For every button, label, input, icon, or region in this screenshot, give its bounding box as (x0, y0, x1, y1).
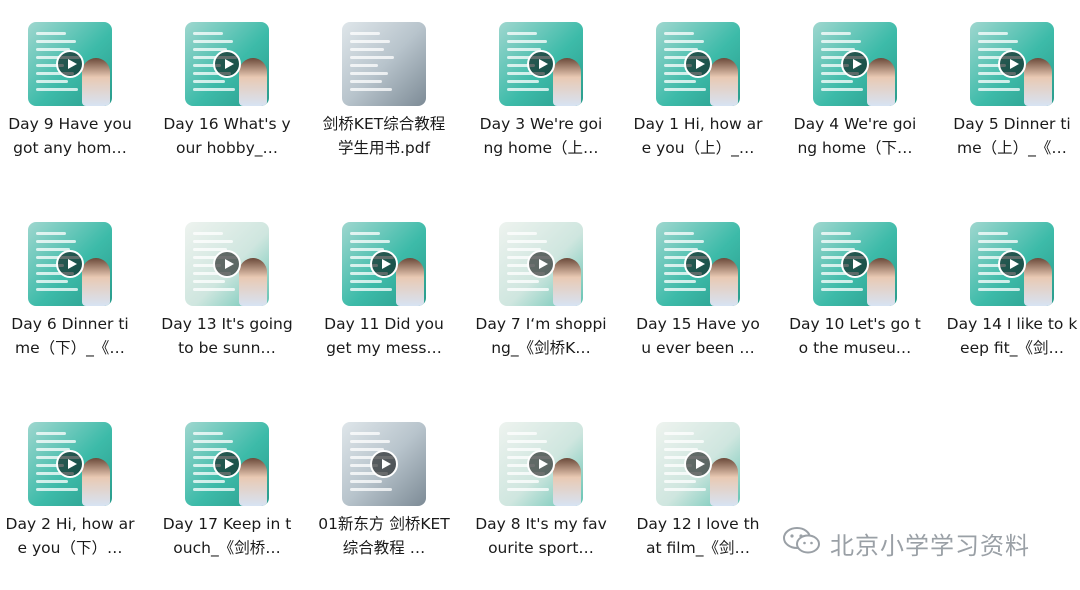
file-thumbnail (656, 22, 740, 106)
file-name: Day 15 Have you ever been … (636, 315, 760, 357)
file-thumbnail (499, 222, 583, 306)
file-item[interactable]: Day 13 It's going to be sunn… (157, 200, 297, 380)
presenter-figure (396, 258, 424, 306)
file-name: Day 16 What's your hobby_… (163, 115, 291, 157)
play-icon[interactable] (684, 450, 712, 478)
presenter-figure (867, 58, 895, 106)
file-thumbnail (499, 22, 583, 106)
presenter-figure (82, 458, 110, 506)
file-item[interactable]: Day 8 It's my favourite sport… (471, 400, 611, 580)
play-icon[interactable] (684, 250, 712, 278)
wechat-icon (782, 526, 822, 560)
file-item[interactable]: Day 2 Hi, how are you（下）… (0, 400, 140, 580)
file-name: 剑桥KET综合教程学生用书.pdf (322, 115, 446, 157)
presenter-figure (82, 258, 110, 306)
file-name: Day 11 Did you get my mess… (324, 315, 444, 357)
file-thumbnail (813, 22, 897, 106)
watermark-text: 北京小学学习资料 (830, 531, 1030, 560)
presenter-figure (710, 458, 738, 506)
play-icon[interactable] (527, 50, 555, 78)
file-name: Day 12 I love that film_《剑… (636, 515, 760, 557)
file-thumbnail (342, 222, 426, 306)
file-thumbnail (499, 422, 583, 506)
file-name: Day 9 Have you got any hom… (8, 115, 132, 157)
presenter-figure (239, 258, 267, 306)
file-name: Day 7 I‘m shopping_《剑桥K… (475, 315, 607, 357)
play-icon[interactable] (370, 450, 398, 478)
file-item[interactable]: Day 1 Hi, how are you（上）_… (628, 0, 768, 180)
presenter-figure (710, 258, 738, 306)
file-thumbnail (28, 22, 112, 106)
file-thumbnail (342, 422, 426, 506)
presenter-figure (553, 458, 581, 506)
presenter-figure (867, 258, 895, 306)
play-icon[interactable] (56, 50, 84, 78)
file-item[interactable]: Day 9 Have you got any hom… (0, 0, 140, 180)
file-name: Day 4 We're going home（下… (793, 115, 917, 157)
play-icon[interactable] (56, 450, 84, 478)
file-item[interactable]: 01新东方 剑桥KET综合教程 … (314, 400, 454, 580)
file-grid: Day 9 Have you got any hom… Day 16 What's… (0, 0, 1080, 590)
file-name: Day 8 It's my favourite sport… (475, 515, 607, 557)
file-name: Day 13 It's going to be sunn… (161, 315, 293, 357)
file-item[interactable]: Day 6 Dinner time（下）_《… (0, 200, 140, 380)
file-name: 01新东方 剑桥KET综合教程 … (318, 515, 450, 557)
file-item[interactable]: Day 4 We're going home（下… (785, 0, 925, 180)
file-item[interactable]: Day 14 I like to keep fit_《剑… (942, 200, 1080, 380)
file-thumbnail (970, 22, 1054, 106)
file-item[interactable]: Day 11 Did you get my mess… (314, 200, 454, 380)
presenter-figure (1024, 58, 1052, 106)
file-thumbnail (28, 422, 112, 506)
presenter-figure (553, 258, 581, 306)
file-thumbnail (656, 222, 740, 306)
play-icon[interactable] (527, 450, 555, 478)
presenter-figure (239, 458, 267, 506)
file-name: Day 1 Hi, how are you（上）_… (633, 115, 763, 157)
file-item[interactable]: Day 3 We're going home（上… (471, 0, 611, 180)
file-thumbnail (185, 422, 269, 506)
play-icon[interactable] (998, 250, 1026, 278)
play-icon[interactable] (841, 250, 869, 278)
file-item[interactable]: 剑桥KET综合教程学生用书.pdf (314, 0, 454, 180)
file-item[interactable]: Day 15 Have you ever been … (628, 200, 768, 380)
play-icon[interactable] (841, 50, 869, 78)
file-thumbnail (970, 222, 1054, 306)
file-name: Day 17 Keep in touch_《剑桥… (162, 515, 292, 557)
file-thumbnail (656, 422, 740, 506)
file-thumbnail (185, 22, 269, 106)
watermark: 北京小学学习资料 (782, 526, 1030, 560)
presenter-figure (710, 58, 738, 106)
file-name: Day 6 Dinner time（下）_《… (11, 315, 129, 357)
presenter-figure (82, 58, 110, 106)
file-item[interactable]: Day 7 I‘m shopping_《剑桥K… (471, 200, 611, 380)
file-name: Day 14 I like to keep fit_《剑… (946, 315, 1078, 357)
file-thumbnail (28, 222, 112, 306)
play-icon[interactable] (213, 250, 241, 278)
play-icon[interactable] (998, 50, 1026, 78)
play-icon[interactable] (56, 250, 84, 278)
file-thumbnail (813, 222, 897, 306)
play-icon[interactable] (684, 50, 712, 78)
file-thumbnail (185, 222, 269, 306)
play-icon[interactable] (370, 250, 398, 278)
play-icon[interactable] (213, 50, 241, 78)
presenter-figure (1024, 258, 1052, 306)
file-item[interactable]: Day 10 Let's go to the museu… (785, 200, 925, 380)
play-icon[interactable] (213, 450, 241, 478)
file-name: Day 5 Dinner time（上）_《… (953, 115, 1071, 157)
file-item[interactable]: Day 17 Keep in touch_《剑桥… (157, 400, 297, 580)
file-item[interactable]: Day 16 What's your hobby_… (157, 0, 297, 180)
presenter-figure (239, 58, 267, 106)
file-item[interactable]: Day 5 Dinner time（上）_《… (942, 0, 1080, 180)
presenter-figure (553, 58, 581, 106)
file-name: Day 10 Let's go to the museu… (789, 315, 921, 357)
file-item[interactable]: Day 12 I love that film_《剑… (628, 400, 768, 580)
file-thumbnail (342, 22, 426, 106)
file-name: Day 2 Hi, how are you（下）… (5, 515, 135, 557)
file-name: Day 3 We're going home（上… (479, 115, 603, 157)
play-icon[interactable] (527, 250, 555, 278)
